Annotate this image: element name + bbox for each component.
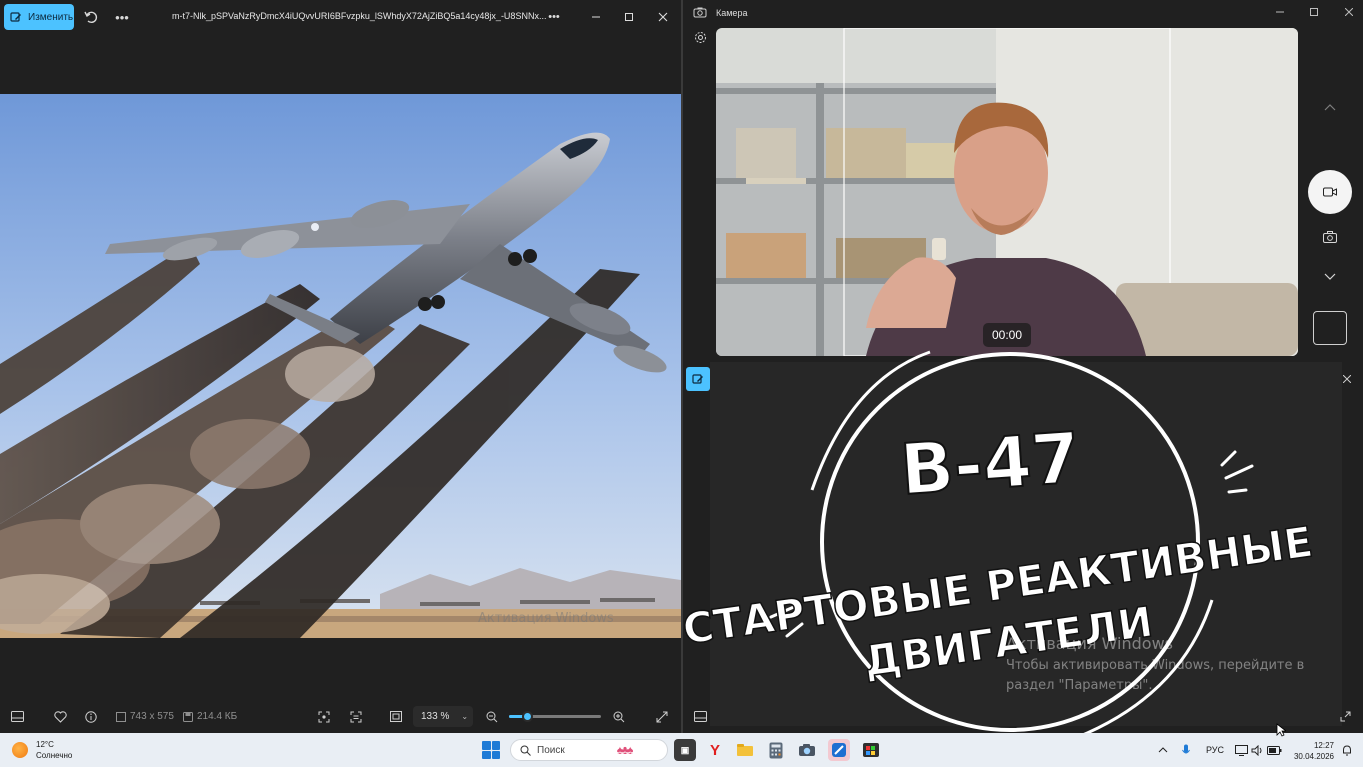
zoom-in-icon[interactable]: [613, 700, 625, 733]
show-hidden-icons-chevron-icon[interactable]: [1158, 733, 1168, 767]
image-dimensions-text: 743 x 575: [130, 711, 174, 722]
photos-status-bar: 743 x 575 214.4 КБ 133 % ⌄: [0, 700, 682, 733]
zoom-slider[interactable]: [509, 711, 601, 722]
microphone-icon[interactable]: [1182, 733, 1190, 767]
minimize-button[interactable]: [586, 7, 606, 27]
file-explorer-icon[interactable]: [734, 739, 756, 761]
weather-widget[interactable]: 12°C Солнечно: [12, 739, 72, 761]
camera-window: Камера 00:00: [683, 0, 1363, 362]
photos-window: Изменить ••• m-t7-Nlk_pSPVaNzRyDmcX4iUQv…: [0, 0, 682, 733]
edit-button-label: Изменить: [28, 11, 74, 23]
tulips-search-highlight-icon: ♠♣♠: [616, 743, 634, 757]
filmstrip-icon[interactable]: [11, 700, 24, 733]
volume-speaker-icon[interactable]: [1251, 733, 1264, 767]
camera-preview: [716, 28, 1298, 356]
camera-minimize-button[interactable]: [1270, 2, 1290, 22]
image-dimensions: 743 x 575: [116, 700, 174, 733]
fullscreen-icon[interactable]: [656, 700, 668, 733]
photo-mode-camera-icon[interactable]: [1321, 228, 1339, 246]
search-placeholder: Поиск: [537, 744, 565, 756]
actual-size-icon[interactable]: [390, 700, 402, 733]
taskbar: 12°C Солнечно Поиск ♠♣♠ ▣ Y РУС 12:27 30…: [0, 733, 1363, 767]
zoom-out-icon[interactable]: [486, 700, 498, 733]
chevron-down-icon[interactable]: [1321, 268, 1339, 286]
edit-button[interactable]: Изменить: [4, 4, 74, 30]
clock-time: 12:27: [1313, 741, 1334, 750]
windows-start-icon[interactable]: [482, 741, 500, 759]
photo-b47: [0, 94, 681, 638]
photos-title-bar: Изменить ••• m-t7-Nlk_pSPVaNzRyDmcX4iUQv…: [0, 0, 682, 34]
favorite-heart-icon[interactable]: [54, 700, 67, 733]
pen-edit-icon: [692, 374, 703, 384]
video-record-button[interactable]: [1308, 170, 1352, 214]
snip-canvas: [710, 362, 1342, 726]
camera-app-taskbar-icon[interactable]: [796, 739, 818, 761]
disk-icon: [183, 711, 193, 722]
zoom-slider-thumb[interactable]: [522, 711, 534, 722]
calculator-icon[interactable]: [765, 739, 787, 761]
file-title: m-t7-Nlk_pSPVaNzRyDmcX4iUQvvURI6BFvzpku_…: [172, 11, 547, 21]
zoom-level-select[interactable]: 133 % ⌄: [413, 706, 473, 727]
zoom-level-text: 133 %: [421, 711, 450, 722]
paint-app-icon[interactable]: [860, 739, 882, 761]
search-icon: [520, 745, 531, 756]
file-size-text: 214.4 КБ: [197, 711, 238, 722]
weather-condition: Солнечно: [36, 751, 73, 760]
snip-panel: [683, 362, 1363, 733]
rotate-icon[interactable]: [82, 8, 100, 26]
markup-pen-button[interactable]: [686, 367, 710, 391]
camera-title: Камера: [716, 8, 748, 18]
taskbar-search-box[interactable]: Поиск ♠♣♠: [510, 739, 668, 761]
mouse-cursor-icon: [1276, 723, 1286, 737]
task-view-icon[interactable]: ▣: [674, 739, 696, 761]
more-options-icon[interactable]: •••: [113, 8, 131, 26]
snip-expand-icon[interactable]: [1340, 700, 1351, 733]
camera-close-button[interactable]: [1339, 2, 1359, 22]
fit-icon[interactable]: [318, 700, 330, 733]
chevron-up-icon[interactable]: [1321, 98, 1339, 116]
ocr-icon[interactable]: [350, 700, 362, 733]
dimensions-icon: [116, 711, 126, 722]
sunny-weather-icon: [12, 742, 28, 758]
edit-image-icon: [10, 12, 21, 22]
last-capture-thumbnail[interactable]: [1313, 311, 1347, 345]
file-info-icon[interactable]: [85, 700, 97, 733]
chevron-down-icon: ⌄: [461, 712, 469, 721]
snip-close-button[interactable]: [1337, 369, 1357, 389]
more-menu-icon[interactable]: •••: [544, 7, 564, 27]
network-monitor-icon[interactable]: [1235, 733, 1248, 767]
weather-text: 12°C Солнечно: [36, 739, 72, 761]
battery-icon[interactable]: [1267, 733, 1282, 767]
file-size: 214.4 КБ: [183, 700, 237, 733]
input-language[interactable]: РУС: [1206, 733, 1224, 767]
recording-timer: 00:00: [983, 323, 1031, 347]
notifications-bell-icon[interactable]: [1342, 733, 1352, 767]
video-camera-icon: [1323, 187, 1337, 197]
camera-app-icon: [693, 7, 707, 18]
close-button[interactable]: [653, 7, 673, 27]
settings-gear-icon[interactable]: [691, 28, 709, 46]
taskbar-clock[interactable]: 12:27 30.04.2026: [1292, 740, 1334, 762]
camera-maximize-button[interactable]: [1304, 2, 1324, 22]
clock-date: 30.04.2026: [1293, 752, 1334, 761]
maximize-button[interactable]: [619, 7, 639, 27]
weather-temperature: 12°C: [36, 740, 54, 749]
yandex-browser-icon[interactable]: Y: [704, 739, 726, 761]
snip-filmstrip-icon[interactable]: [694, 700, 707, 733]
snipping-tool-icon[interactable]: [828, 739, 850, 761]
